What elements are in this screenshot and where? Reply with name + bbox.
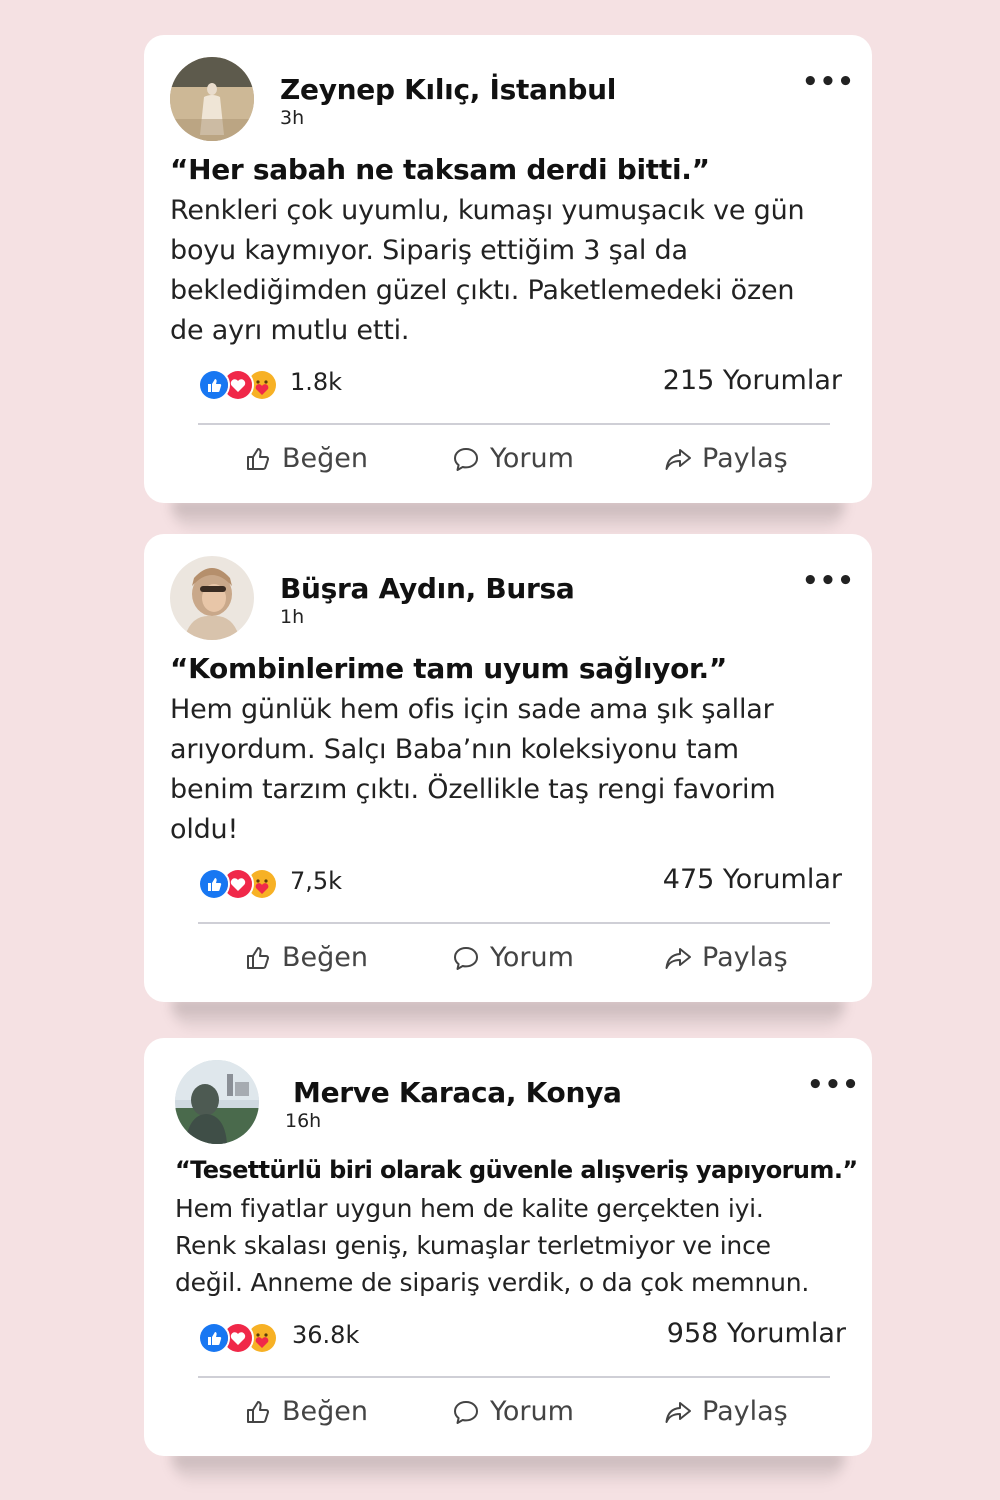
review-line: benim tarzım çıktı. Özellikle taş rengi …	[170, 774, 776, 805]
more-options-icon[interactable]: •••	[807, 1072, 860, 1098]
review-line: Hem günlük hem ofis için sade ama şık şa…	[170, 694, 774, 725]
comment-bubble-icon	[454, 946, 478, 970]
comment-button[interactable]: Yorum	[452, 443, 574, 474]
comment-count[interactable]: 475 Yorumlar	[663, 864, 842, 895]
like-label: Beğen	[282, 443, 368, 474]
share-button[interactable]: Paylaş	[664, 443, 788, 474]
share-label: Paylaş	[702, 443, 788, 474]
review-body: Hem fiyatlar uygun hem de kalite gerçekt…	[175, 1190, 809, 1301]
avatar-photo-icon	[170, 556, 254, 640]
review-line: değil. Anneme de sipariş verdik, o da ço…	[175, 1268, 810, 1297]
post-time: 3h	[280, 107, 305, 129]
thumbs-up-icon	[247, 1400, 269, 1423]
review-line: oldu!	[170, 814, 239, 845]
review-line: Hem fiyatlar uygun hem de kalite gerçekt…	[175, 1194, 764, 1223]
avatar-photo-icon	[175, 1060, 259, 1144]
comment-count[interactable]: 215 Yorumlar	[663, 365, 842, 396]
divider	[198, 1376, 830, 1378]
post-card: Büşra Aydın, Bursa 1h ••• “Kombinlerime …	[144, 534, 872, 1002]
review-line: Renk skalası geniş, kumaşlar terletmiyor…	[175, 1231, 771, 1260]
post-time: 16h	[285, 1110, 322, 1132]
like-button[interactable]: Beğen	[244, 443, 368, 474]
like-reaction-icon	[198, 1322, 230, 1354]
card-shadow	[172, 1452, 844, 1486]
like-reaction-icon	[198, 369, 230, 401]
like-label: Beğen	[282, 1396, 368, 1427]
review-headline: “Her sabah ne taksam derdi bitti.”	[170, 153, 710, 186]
thumbs-up-icon	[247, 946, 269, 969]
review-line: boyu kaymıyor. Sipariş ettiğim 3 şal da	[170, 235, 688, 266]
review-body: Renkleri çok uyumlu, kumaşı yumuşacık ve…	[170, 191, 805, 351]
comment-button[interactable]: Yorum	[452, 1396, 574, 1427]
comment-label: Yorum	[490, 443, 574, 474]
divider	[198, 423, 830, 425]
comment-bubble-icon	[454, 447, 478, 471]
review-line: beklediğimden güzel çıktı. Paketlemedeki…	[170, 275, 795, 306]
reaction-icons[interactable]	[198, 1322, 278, 1354]
like-label: Beğen	[282, 942, 368, 973]
review-headline: “Tesettürlü biri olarak güvenle alışveri…	[175, 1156, 858, 1184]
review-body: Hem günlük hem ofis için sade ama şık şa…	[170, 690, 776, 850]
thumbs-up-icon	[247, 447, 269, 470]
avatar[interactable]	[170, 556, 254, 640]
like-button[interactable]: Beğen	[244, 1396, 368, 1427]
avatar-photo-icon	[170, 57, 254, 141]
comment-button[interactable]: Yorum	[452, 942, 574, 973]
share-arrow-icon	[665, 1401, 691, 1423]
like-reaction-icon	[198, 868, 230, 900]
post-card: Zeynep Kılıç, İstanbul 3h ••• “Her sabah…	[144, 35, 872, 503]
reaction-count[interactable]: 7,5k	[290, 867, 342, 895]
avatar[interactable]	[170, 57, 254, 141]
share-button[interactable]: Paylaş	[664, 942, 788, 973]
review-line: de ayrı mutlu etti.	[170, 315, 410, 346]
reaction-icons[interactable]	[198, 369, 278, 401]
author-name[interactable]: Zeynep Kılıç, İstanbul	[280, 73, 616, 106]
reaction-count[interactable]: 1.8k	[290, 368, 342, 396]
comment-label: Yorum	[490, 1396, 574, 1427]
comment-count[interactable]: 958 Yorumlar	[667, 1318, 846, 1349]
review-line: arıyordum. Salçı Baba’nın koleksiyonu ta…	[170, 734, 739, 765]
reaction-count[interactable]: 36.8k	[292, 1321, 359, 1349]
card-shadow	[172, 999, 844, 1033]
review-line: Renkleri çok uyumlu, kumaşı yumuşacık ve…	[170, 195, 805, 226]
comment-label: Yorum	[490, 942, 574, 973]
post-time: 1h	[280, 606, 305, 628]
comment-bubble-icon	[454, 1400, 478, 1424]
card-shadow	[172, 500, 844, 534]
share-arrow-icon	[665, 448, 691, 470]
share-button[interactable]: Paylaş	[664, 1396, 788, 1427]
avatar[interactable]	[175, 1060, 259, 1144]
more-options-icon[interactable]: •••	[802, 568, 855, 594]
share-label: Paylaş	[702, 1396, 788, 1427]
author-name[interactable]: Merve Karaca, Konya	[293, 1076, 622, 1109]
more-options-icon[interactable]: •••	[802, 69, 855, 95]
like-button[interactable]: Beğen	[244, 942, 368, 973]
post-card: Merve Karaca, Konya 16h ••• “Tesettürlü …	[144, 1038, 872, 1456]
share-arrow-icon	[665, 947, 691, 969]
review-headline: “Kombinlerime tam uyum sağlıyor.”	[170, 652, 727, 685]
share-label: Paylaş	[702, 942, 788, 973]
divider	[198, 922, 830, 924]
reaction-icons[interactable]	[198, 868, 278, 900]
author-name[interactable]: Büşra Aydın, Bursa	[280, 572, 575, 605]
